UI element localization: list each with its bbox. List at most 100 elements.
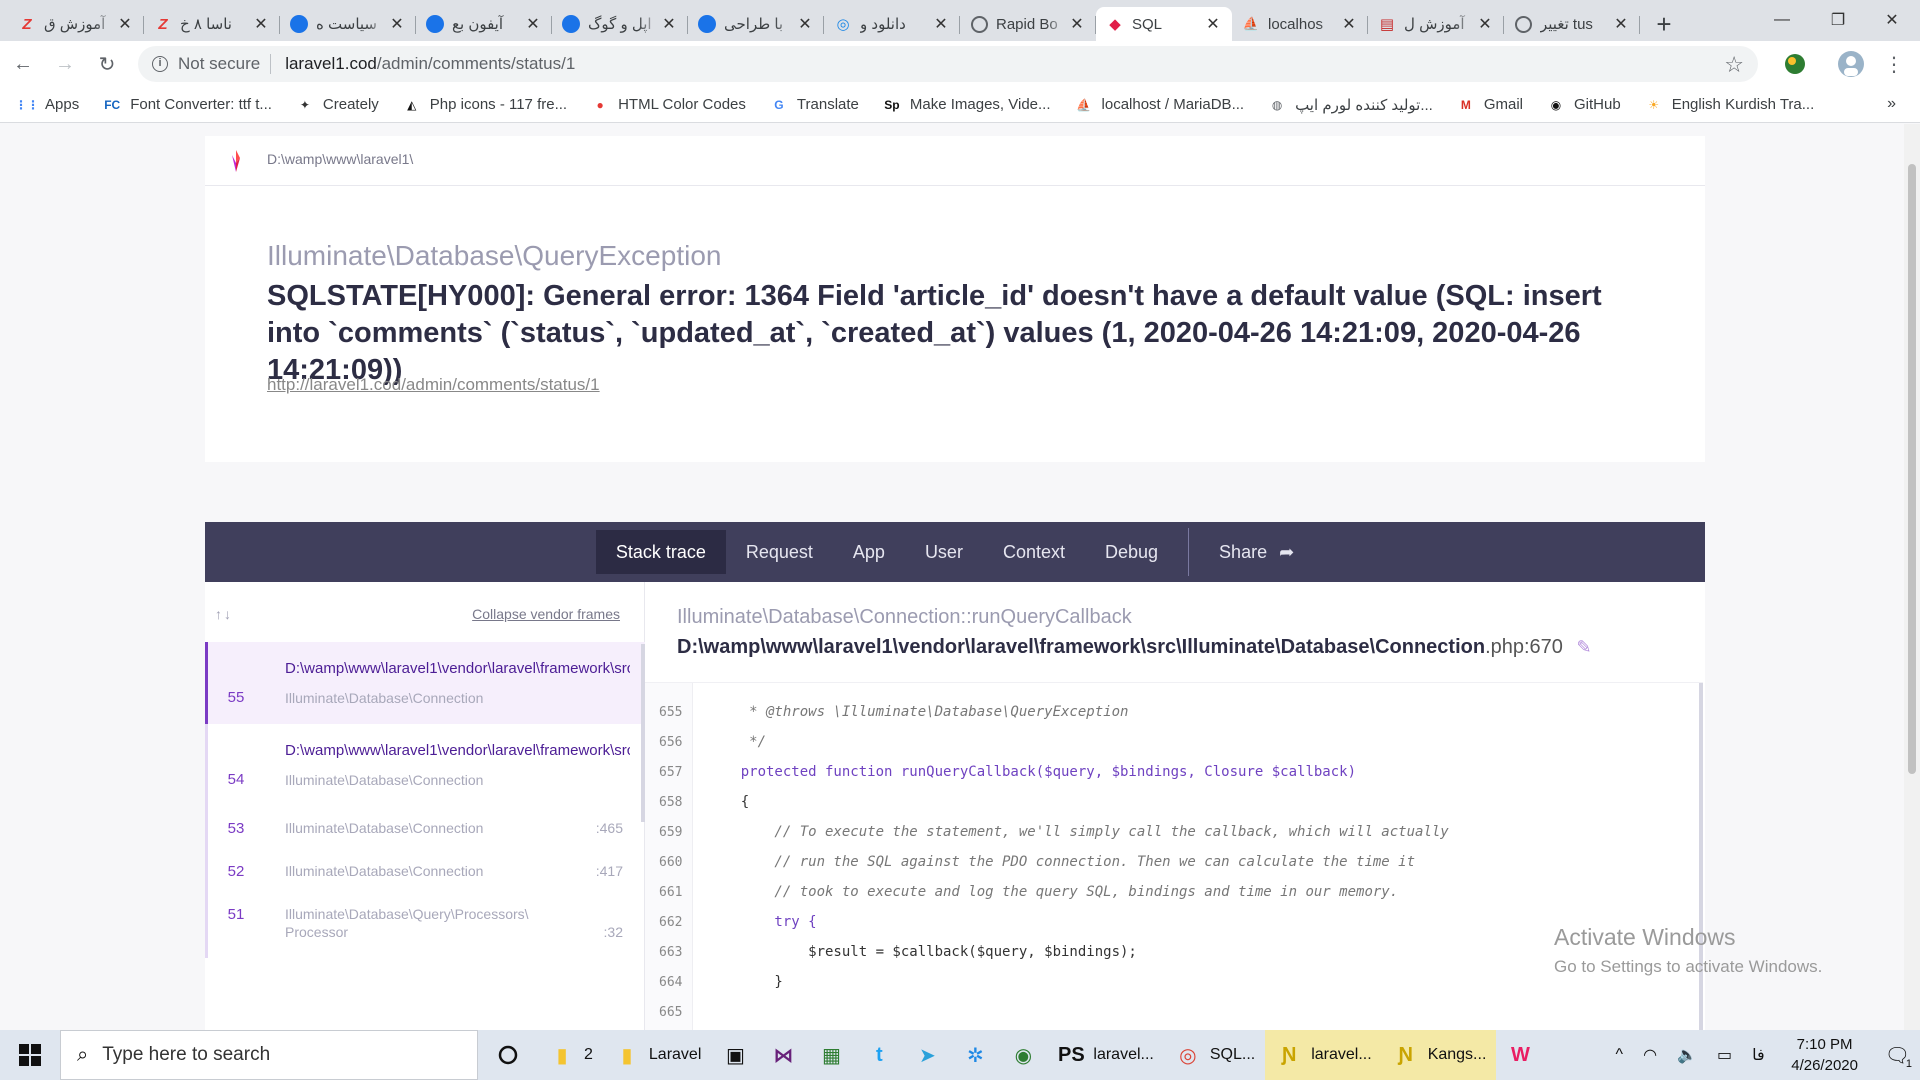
- close-window-button[interactable]: ✕: [1864, 0, 1920, 40]
- share-button[interactable]: Share ➦: [1199, 530, 1314, 574]
- collapse-vendor-frames-link[interactable]: Collapse vendor frames: [472, 606, 620, 622]
- tab-title: localhos: [1268, 15, 1324, 33]
- bookmark-item[interactable]: ◉ GitHub: [1547, 96, 1621, 114]
- tab-request[interactable]: Request: [726, 530, 833, 574]
- stack-frame[interactable]: 52 Illuminate\Database\Connection:417: [205, 849, 645, 892]
- bookmark-item[interactable]: M Gmail: [1457, 96, 1523, 114]
- browser-tab[interactable]: ◆ SQL ✕: [1096, 7, 1232, 41]
- volume-icon[interactable]: 🔈: [1667, 1030, 1707, 1080]
- close-tab-icon[interactable]: ✕: [1340, 14, 1358, 34]
- bookmark-star-icon[interactable]: ☆: [1724, 52, 1744, 78]
- taskbar-app[interactable]: Ɲlaravel...: [1265, 1030, 1382, 1080]
- taskbar-app[interactable]: ✲: [951, 1030, 999, 1080]
- close-tab-icon[interactable]: ✕: [660, 14, 678, 34]
- fc-icon: FC: [104, 97, 121, 112]
- bookmark-item[interactable]: ⋮⋮ Apps: [15, 96, 79, 114]
- close-tab-icon[interactable]: ✕: [252, 14, 270, 34]
- extension-button[interactable]: [1777, 46, 1813, 82]
- browser-tab[interactable]: سیاست ه ✕: [280, 7, 416, 41]
- watermark-subtitle: Go to Settings to activate Windows.: [1554, 957, 1823, 976]
- browser-tab[interactable]: ▤ آموزش ل ✕: [1368, 7, 1504, 41]
- frame-navigation-arrows-icon[interactable]: ↑↓: [215, 606, 233, 622]
- browser-tab[interactable]: با طراحی ✕: [688, 7, 824, 41]
- page-scrollbar[interactable]: [1904, 124, 1920, 1030]
- close-tab-icon[interactable]: ✕: [524, 14, 542, 34]
- taskbar-app[interactable]: ▮ 2: [538, 1030, 603, 1080]
- notification-button[interactable]: 🗨 1: [1875, 1030, 1920, 1080]
- address-bar[interactable]: i Not secure laravel1.cod/admin/comments…: [138, 46, 1758, 82]
- tab-user[interactable]: User: [905, 530, 983, 574]
- language-indicator[interactable]: فا: [1742, 1030, 1775, 1080]
- stack-frame[interactable]: 55 D:\wamp\www\laravel1\vendor\laravel\fr…: [205, 642, 645, 724]
- bookmark-item[interactable]: ◭ Php icons - 117 fre...: [403, 96, 567, 114]
- close-tab-icon[interactable]: ✕: [116, 14, 134, 34]
- stack-frame[interactable]: 51 Illuminate\Database\Query\Processors\ P…: [205, 892, 645, 958]
- taskbar-app[interactable]: ◉: [999, 1030, 1047, 1080]
- wifi-icon[interactable]: ◠: [1633, 1030, 1667, 1080]
- taskbar-app[interactable]: ▣: [711, 1030, 759, 1080]
- reload-button[interactable]: ↻: [88, 45, 126, 83]
- tray-overflow-icon[interactable]: ^: [1606, 1030, 1634, 1080]
- close-tab-icon[interactable]: ✕: [1068, 14, 1086, 34]
- clock[interactable]: 7:10 PM 4/26/2020: [1775, 1034, 1875, 1076]
- browser-tab[interactable]: Rapid Bo ✕: [960, 7, 1096, 41]
- tab-stack-trace[interactable]: Stack trace: [595, 530, 726, 574]
- taskbar-app[interactable]: t: [855, 1030, 903, 1080]
- network-icon: ✲: [967, 1044, 984, 1067]
- close-tab-icon[interactable]: ✕: [932, 14, 950, 34]
- forward-button[interactable]: →: [46, 45, 84, 83]
- profile-avatar[interactable]: [1833, 46, 1869, 82]
- tab-app[interactable]: App: [833, 530, 905, 574]
- stack-frame[interactable]: 53 Illuminate\Database\Connection:465: [205, 806, 645, 849]
- browser-tab[interactable]: اپل و گوگ ✕: [552, 7, 688, 41]
- php-icons-icon: ◭: [407, 97, 417, 112]
- browser-tab[interactable]: ⛵ localhos ✕: [1232, 7, 1368, 41]
- browser-tab[interactable]: تغییر tus ✕: [1504, 7, 1640, 41]
- browser-tab[interactable]: آیفون بع ✕: [416, 7, 552, 41]
- frame-class-name: Illuminate\Database\Connection: [285, 820, 484, 836]
- bookmark-item[interactable]: ✦ Creately: [296, 96, 379, 114]
- taskbar-app[interactable]: ▮ Laravel: [603, 1030, 711, 1080]
- taskbar-app[interactable]: ➤: [903, 1030, 951, 1080]
- bookmark-item[interactable]: FC Font Converter: ttf t...: [103, 96, 272, 114]
- close-tab-icon[interactable]: ✕: [796, 14, 814, 34]
- page-scroll-thumb[interactable]: [1908, 164, 1916, 774]
- bookmark-item[interactable]: ⛵ localhost / MariaDB...: [1075, 96, 1244, 114]
- close-tab-icon[interactable]: ✕: [1476, 14, 1494, 34]
- browser-tab[interactable]: Z آموزش ق ✕: [8, 7, 144, 41]
- taskbar-app[interactable]: PS laravel...: [1047, 1030, 1163, 1080]
- bookmark-item[interactable]: ● HTML Color Codes: [591, 96, 745, 114]
- browser-tab[interactable]: ◎ دانلود و ✕: [824, 7, 960, 41]
- close-tab-icon[interactable]: ✕: [388, 14, 406, 34]
- exception-url-link[interactable]: http://laravel1.cod/admin/comments/statu…: [267, 375, 600, 395]
- edit-pencil-icon[interactable]: ✎: [1576, 637, 1591, 657]
- close-tab-icon[interactable]: ✕: [1612, 14, 1630, 34]
- bookmark-item[interactable]: ◍ تولید کننده لورم ایپ...: [1268, 96, 1433, 114]
- minimize-button[interactable]: —: [1754, 0, 1810, 40]
- tab-context[interactable]: Context: [983, 530, 1085, 574]
- bookmarks-more-button[interactable]: »: [1887, 95, 1896, 113]
- new-tab-button[interactable]: +: [1644, 7, 1684, 41]
- taskbar-app[interactable]: ▦: [807, 1030, 855, 1080]
- taskbar-app[interactable]: ◎ SQL...: [1164, 1030, 1265, 1080]
- bookmark-item[interactable]: G Translate: [770, 96, 859, 114]
- bookmark-item[interactable]: Sp Make Images, Vide...: [883, 96, 1050, 114]
- taskbar-search-input[interactable]: ⌕ Type here to search: [60, 1030, 478, 1080]
- taskbar-app[interactable]: W: [1496, 1030, 1544, 1080]
- bookmark-item[interactable]: ☀ English Kurdish Tra...: [1645, 96, 1814, 114]
- ignition-header: D:\wamp\www\laravel1\: [205, 136, 1705, 186]
- code-scrollbar[interactable]: [1699, 683, 1703, 1030]
- info-icon[interactable]: i: [152, 56, 168, 72]
- close-tab-icon[interactable]: ✕: [1204, 14, 1222, 34]
- menu-kebab-icon[interactable]: ⋮: [1876, 46, 1912, 82]
- battery-icon[interactable]: ▭: [1707, 1030, 1742, 1080]
- maximize-button[interactable]: ❐: [1810, 0, 1866, 40]
- taskbar-app[interactable]: Ɲ Kangs...: [1381, 1030, 1497, 1080]
- task-view-button[interactable]: [478, 1030, 538, 1080]
- tab-debug[interactable]: Debug: [1085, 530, 1178, 574]
- taskbar-app[interactable]: ⋈: [759, 1030, 807, 1080]
- start-button[interactable]: [0, 1030, 60, 1080]
- back-button[interactable]: ←: [4, 45, 42, 83]
- stack-frame[interactable]: 54 D:\wamp\www\laravel1\vendor\laravel\fr…: [205, 724, 645, 806]
- browser-tab[interactable]: Z ناسا ۸ خ ✕: [144, 7, 280, 41]
